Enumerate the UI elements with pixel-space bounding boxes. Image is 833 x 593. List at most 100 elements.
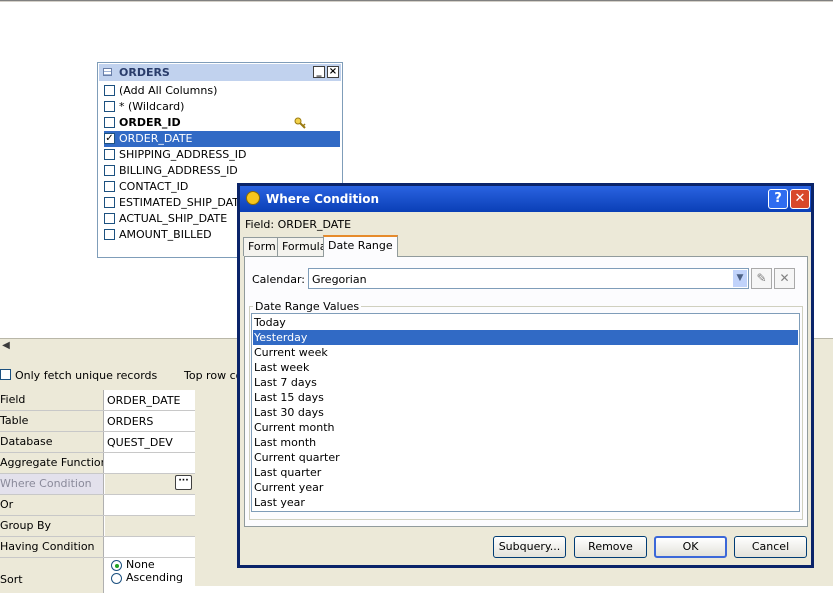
column-label: ORDER_DATE	[119, 132, 193, 145]
date-range-item[interactable]: Current month	[253, 420, 798, 435]
column-checkbox[interactable]	[104, 213, 115, 224]
column-checkbox[interactable]	[104, 101, 115, 112]
date-range-item[interactable]: Today	[253, 315, 798, 330]
grid-row[interactable]: Or	[0, 495, 195, 516]
orders-title-bar[interactable]: ORDERS _ ×	[99, 64, 341, 81]
date-range-item[interactable]: Last 30 days	[253, 405, 798, 420]
field-label: Field: ORDER_DATE	[245, 218, 352, 231]
dialog-title-bar[interactable]: Where Condition ? ✕	[240, 186, 811, 212]
help-button[interactable]: ?	[768, 189, 788, 209]
top-row-count-label: Top row co	[184, 369, 243, 382]
date-range-item-label: Today	[254, 316, 286, 329]
cancel-button[interactable]: Cancel	[734, 536, 807, 558]
grid-row-value-cell[interactable]	[105, 495, 195, 515]
column-item[interactable]: (Add All Columns)	[104, 83, 340, 99]
column-item[interactable]: ✓ ORDER_DATE	[104, 131, 340, 147]
column-checkbox[interactable]	[104, 197, 115, 208]
grid-row[interactable]: Having Condition	[0, 537, 195, 558]
date-range-item[interactable]: Last week	[253, 360, 798, 375]
column-label: * (Wildcard)	[119, 100, 185, 113]
chevron-down-icon[interactable]: ▼	[733, 270, 747, 287]
grid-row-key: Group By	[0, 516, 104, 536]
grid-row-value: QUEST_DEV	[107, 436, 173, 449]
date-range-item-label: Current year	[254, 481, 324, 494]
subquery-button[interactable]: Subquery...	[493, 536, 566, 558]
column-checkbox[interactable]	[104, 181, 115, 192]
column-checkbox[interactable]	[104, 149, 115, 160]
date-range-item[interactable]: Last quarter	[253, 465, 798, 480]
column-label: AMOUNT_BILLED	[119, 228, 212, 241]
sort-option-label: None	[126, 558, 155, 571]
grid-row-key: Database	[0, 432, 104, 452]
grid-row-value-cell[interactable]	[105, 516, 195, 536]
key-icon	[294, 117, 306, 129]
dialog-title: Where Condition	[266, 192, 380, 206]
grid-row-key: Or	[0, 495, 104, 515]
grid-header-value: ORDER_DATE	[107, 394, 181, 407]
column-item[interactable]: BILLING_ADDRESS_ID	[104, 163, 340, 179]
date-range-item-label: Current week	[254, 346, 328, 359]
grid-row-key: Sort	[0, 558, 104, 593]
date-range-item[interactable]: Last month	[253, 435, 798, 450]
scroll-left-icon[interactable]: ◀	[0, 339, 12, 352]
tab-form[interactable]: Form	[243, 237, 281, 256]
date-range-item[interactable]: Current year	[253, 480, 798, 495]
sort-radio[interactable]	[111, 560, 122, 571]
column-checkbox[interactable]	[104, 85, 115, 96]
dialog-app-icon	[246, 191, 260, 205]
date-range-item-label: Last year	[254, 496, 305, 509]
column-label: (Add All Columns)	[119, 84, 218, 97]
date-range-item-label: Last month	[254, 436, 317, 449]
minimize-button[interactable]: _	[313, 66, 325, 78]
date-range-item[interactable]: Current week	[253, 345, 798, 360]
date-range-values-label: Date Range Values	[253, 300, 362, 313]
grid-row[interactable]: Sort None Ascending	[0, 558, 195, 593]
date-range-item[interactable]: Last 7 days	[253, 375, 798, 390]
grid-row[interactable]: Aggregate Function	[0, 453, 195, 474]
calendar-label: Calendar:	[252, 273, 305, 286]
column-checkbox[interactable]	[104, 165, 115, 176]
column-checkbox[interactable]: ✓	[104, 133, 115, 144]
edit-calendar-button[interactable]: ✎	[751, 268, 772, 289]
grid-row-key: Table	[0, 411, 104, 431]
date-range-item[interactable]: Yesterday	[253, 330, 798, 345]
grid-row[interactable]: Table ORDERS	[0, 411, 195, 432]
date-range-item-label: Last 30 days	[254, 406, 324, 419]
column-item[interactable]: * (Wildcard)	[104, 99, 340, 115]
date-range-item-label: Last 7 days	[254, 376, 317, 389]
date-range-item-label: Yesterday	[254, 331, 308, 344]
column-item[interactable]: SHIPPING_ADDRESS_ID	[104, 147, 340, 163]
grid-row[interactable]: Group By	[0, 516, 195, 537]
sort-radio[interactable]	[111, 573, 122, 584]
date-range-item[interactable]: Last year	[253, 495, 798, 510]
date-range-item[interactable]: Current quarter	[253, 450, 798, 465]
right-edge-panel	[814, 353, 833, 586]
ok-button[interactable]: OK	[654, 536, 727, 558]
column-label: BILLING_ADDRESS_ID	[119, 164, 238, 177]
date-range-list[interactable]: Today Yesterday Current week Last week Last …	[251, 313, 800, 512]
sort-option-label: Ascending	[126, 571, 184, 584]
date-range-item-label: Current quarter	[254, 451, 340, 464]
ellipsis-button[interactable]: ···	[175, 475, 192, 490]
column-label: ESTIMATED_SHIP_DATE	[119, 196, 246, 209]
column-label: ACTUAL_SHIP_DATE	[119, 212, 228, 225]
clear-calendar-button[interactable]: ✕	[774, 268, 795, 289]
remove-button[interactable]: Remove	[574, 536, 647, 558]
tab-date-range[interactable]: Date Range	[323, 235, 398, 257]
unique-records-checkbox[interactable]	[0, 369, 11, 380]
grid-row[interactable]: Where Condition ···	[0, 474, 195, 495]
column-checkbox[interactable]	[104, 117, 115, 128]
properties-grid: Field ORDER_DATE Table ORDERS Database QUES…	[0, 390, 195, 593]
dialog-close-button[interactable]: ✕	[790, 189, 810, 209]
grid-row-key: Having Condition	[0, 537, 104, 557]
grid-row-key: Where Condition	[0, 474, 104, 494]
grid-row-value-cell[interactable]	[105, 537, 195, 557]
column-checkbox[interactable]	[104, 229, 115, 240]
close-button[interactable]: ×	[327, 66, 339, 78]
column-label: ORDER_ID	[119, 116, 181, 129]
grid-row[interactable]: Database QUEST_DEV	[0, 432, 195, 453]
grid-row-value-cell[interactable]	[105, 453, 195, 473]
calendar-select[interactable]: Gregorian ▼	[308, 268, 749, 289]
calendar-value: Gregorian	[312, 273, 367, 286]
date-range-item[interactable]: Last 15 days	[253, 390, 798, 405]
